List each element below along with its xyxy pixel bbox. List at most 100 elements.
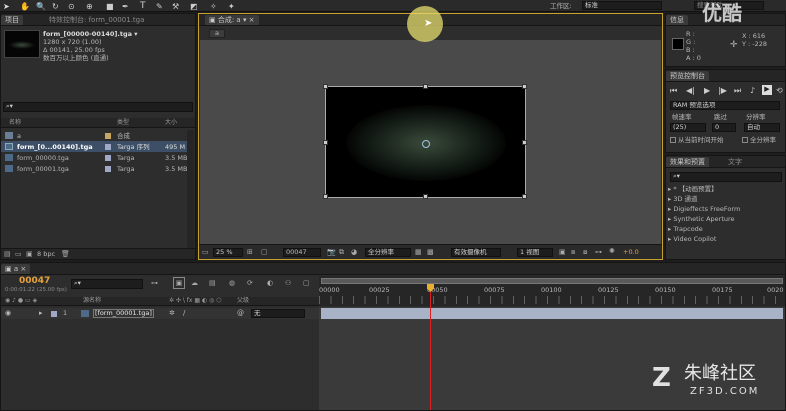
current-time-field[interactable]: 00047 [283,248,321,257]
current-time-display[interactable]: 00047 [19,276,50,286]
bpc-toggle[interactable]: 8 bpc [37,250,55,258]
ram-preview-icon[interactable]: ▶ [762,85,772,95]
resolution-select[interactable]: 全分辨率 [365,248,411,257]
always-preview-icon[interactable]: ▭ [202,248,209,256]
fast-preview-icon[interactable]: ⧈ [571,248,575,257]
col-source-name[interactable]: 源名称 [83,297,101,305]
pick-whip-icon[interactable]: @ [237,309,244,317]
tab-timeline[interactable]: ▣ a × [1,264,31,274]
tool-zoom-icon[interactable]: 🔍 [36,2,46,11]
handle-br[interactable] [522,194,527,199]
safe-margins-icon[interactable]: ⊞ [247,248,253,256]
frame-blending-icon[interactable]: ▤ [209,279,216,287]
camera-select[interactable]: 有效摄像机 [451,248,501,257]
tab-effects-presets[interactable]: 效果和预置 [666,157,709,167]
tool-text-icon[interactable]: T [140,1,146,11]
first-frame-icon[interactable]: ⏮ [670,86,677,96]
layer-name[interactable]: [form_00001.tga] [93,309,154,318]
handle-bm[interactable] [423,194,428,199]
frame-rate-select[interactable]: (25) [670,123,706,132]
auto-keyframe-icon[interactable]: ◐ [267,279,273,287]
list-item[interactable]: ▸ Synthetic Aperture [668,215,783,225]
comp-mini-flowchart-icon[interactable]: ⊶ [151,279,158,287]
handle-mr[interactable] [522,140,527,145]
tool-hand-icon[interactable]: ✋ [20,2,30,11]
list-item[interactable]: ▸ Trapcode [668,225,783,235]
playhead-line[interactable] [430,292,431,410]
col-parent[interactable]: 父级 [237,297,249,305]
tool-stamp-icon[interactable]: ⚒ [172,2,179,11]
tab-composition[interactable]: ▣ 合成: a ▾ × [205,15,259,25]
tool-pen-icon[interactable]: ✒ [122,2,129,11]
live-update-icon[interactable]: ▢ [303,279,310,287]
handle-tr[interactable] [522,84,527,89]
resolution-select[interactable]: 自动 [744,123,780,132]
list-item[interactable]: a 合成 [1,130,187,141]
tab-character[interactable]: 文字 [724,157,746,167]
audio-icon[interactable]: ♪ [750,86,755,95]
list-item[interactable]: ▸ * 【动画预置】 [668,185,783,195]
hide-shy-icon[interactable]: ☁ [191,279,198,287]
play-icon[interactable]: ▶ [704,86,710,95]
loop-icon[interactable]: ⟲ [776,86,783,95]
col-type[interactable]: 类型 [117,119,129,127]
graph-editor-icon[interactable]: ⚇ [285,279,291,287]
views-select[interactable]: 1 视图 [517,248,553,257]
list-item[interactable]: form_00001.tga Targa 3.5 MB [1,163,187,174]
project-search-input[interactable]: ⌕▾ [3,102,193,112]
handle-tl[interactable] [323,84,328,89]
prev-frame-icon[interactable]: ◀| [686,86,695,95]
list-item[interactable]: form_[0...00140].tga Targa 序列 495 M [1,141,187,152]
tab-project[interactable]: 项目 [1,15,23,25]
tool-brush-icon[interactable]: ✎ [156,2,163,11]
list-item[interactable]: ▸ 3D 通道 [668,195,783,205]
tool-rectangle-icon[interactable]: ■ [106,2,114,11]
tool-puppet2-icon[interactable]: ✦ [228,2,235,11]
tool-select-icon[interactable]: ➤ [3,2,10,11]
col-name[interactable]: 名称 [9,119,21,127]
interpret-footage-icon[interactable]: ▤ [4,250,11,258]
handle-tm[interactable] [423,84,428,89]
show-snapshot-icon[interactable]: ⧉ [339,248,344,257]
table-row[interactable]: ◉ ▸ 1 [form_00001.tga] ✲ / @ 无 [1,308,319,319]
flowchart-icon[interactable]: ⊶ [595,248,602,256]
layer-search-input[interactable]: ⌕▾ [71,279,143,289]
tool-puppet-icon[interactable]: ✧ [210,2,217,11]
draft-3d-icon[interactable]: ▣ [173,277,185,289]
comp-canvas[interactable] [323,84,527,199]
snapshot-icon[interactable]: 📷 [327,248,336,256]
motion-blur-icon[interactable]: ◍ [229,279,235,287]
exposure-icon[interactable]: ✺ [609,247,615,255]
tool-pan-icon[interactable]: ⊕ [86,2,93,11]
layer-duration-bar[interactable] [321,308,783,319]
list-item[interactable]: ▸ Video Copilot [668,235,783,245]
tab-preview[interactable]: 预览控制台 [666,71,709,81]
handle-bl[interactable] [323,194,328,199]
tab-effect-controls[interactable]: 特效控制台: form_00001.tga [45,15,148,25]
expand-arrow-icon[interactable]: ▸ [39,309,43,317]
tool-camera-icon[interactable]: ⊙ [68,2,75,11]
work-area-bar[interactable] [321,278,783,284]
project-scrollbar[interactable] [187,130,194,248]
from-current-checkbox[interactable] [670,137,676,143]
visibility-eye-icon[interactable]: ◉ [5,309,11,317]
time-ruler[interactable]: 00000 00025 00050 00075 00100 00125 0015… [319,276,785,306]
exposure-value[interactable]: +0.0 [623,248,639,256]
zoom-select[interactable]: 25 % [213,248,243,257]
anchor-point-icon[interactable] [422,140,430,148]
workspace-select[interactable]: 标准 [582,1,662,10]
parent-select[interactable]: 无 [251,309,305,318]
skip-select[interactable]: 0 [712,123,736,132]
last-frame-icon[interactable]: ⏭ [734,86,741,96]
timeline-link-icon[interactable]: ⧇ [583,248,587,257]
tab-info[interactable]: 信息 [666,15,688,25]
list-item[interactable]: ▸ Digieffects FreeForm [668,205,783,215]
tool-rotate-icon[interactable]: ↻ [52,2,59,11]
handle-ml[interactable] [323,140,328,145]
trash-icon[interactable]: 🗑 [61,250,70,258]
channel-icon[interactable]: ◕ [351,248,357,256]
transparency-grid-icon[interactable]: ▩ [427,248,434,256]
quality-switch-icon[interactable]: / [183,309,185,317]
brainstorm-icon[interactable]: ⟳ [247,279,253,287]
col-size[interactable]: 大小 [165,119,177,127]
